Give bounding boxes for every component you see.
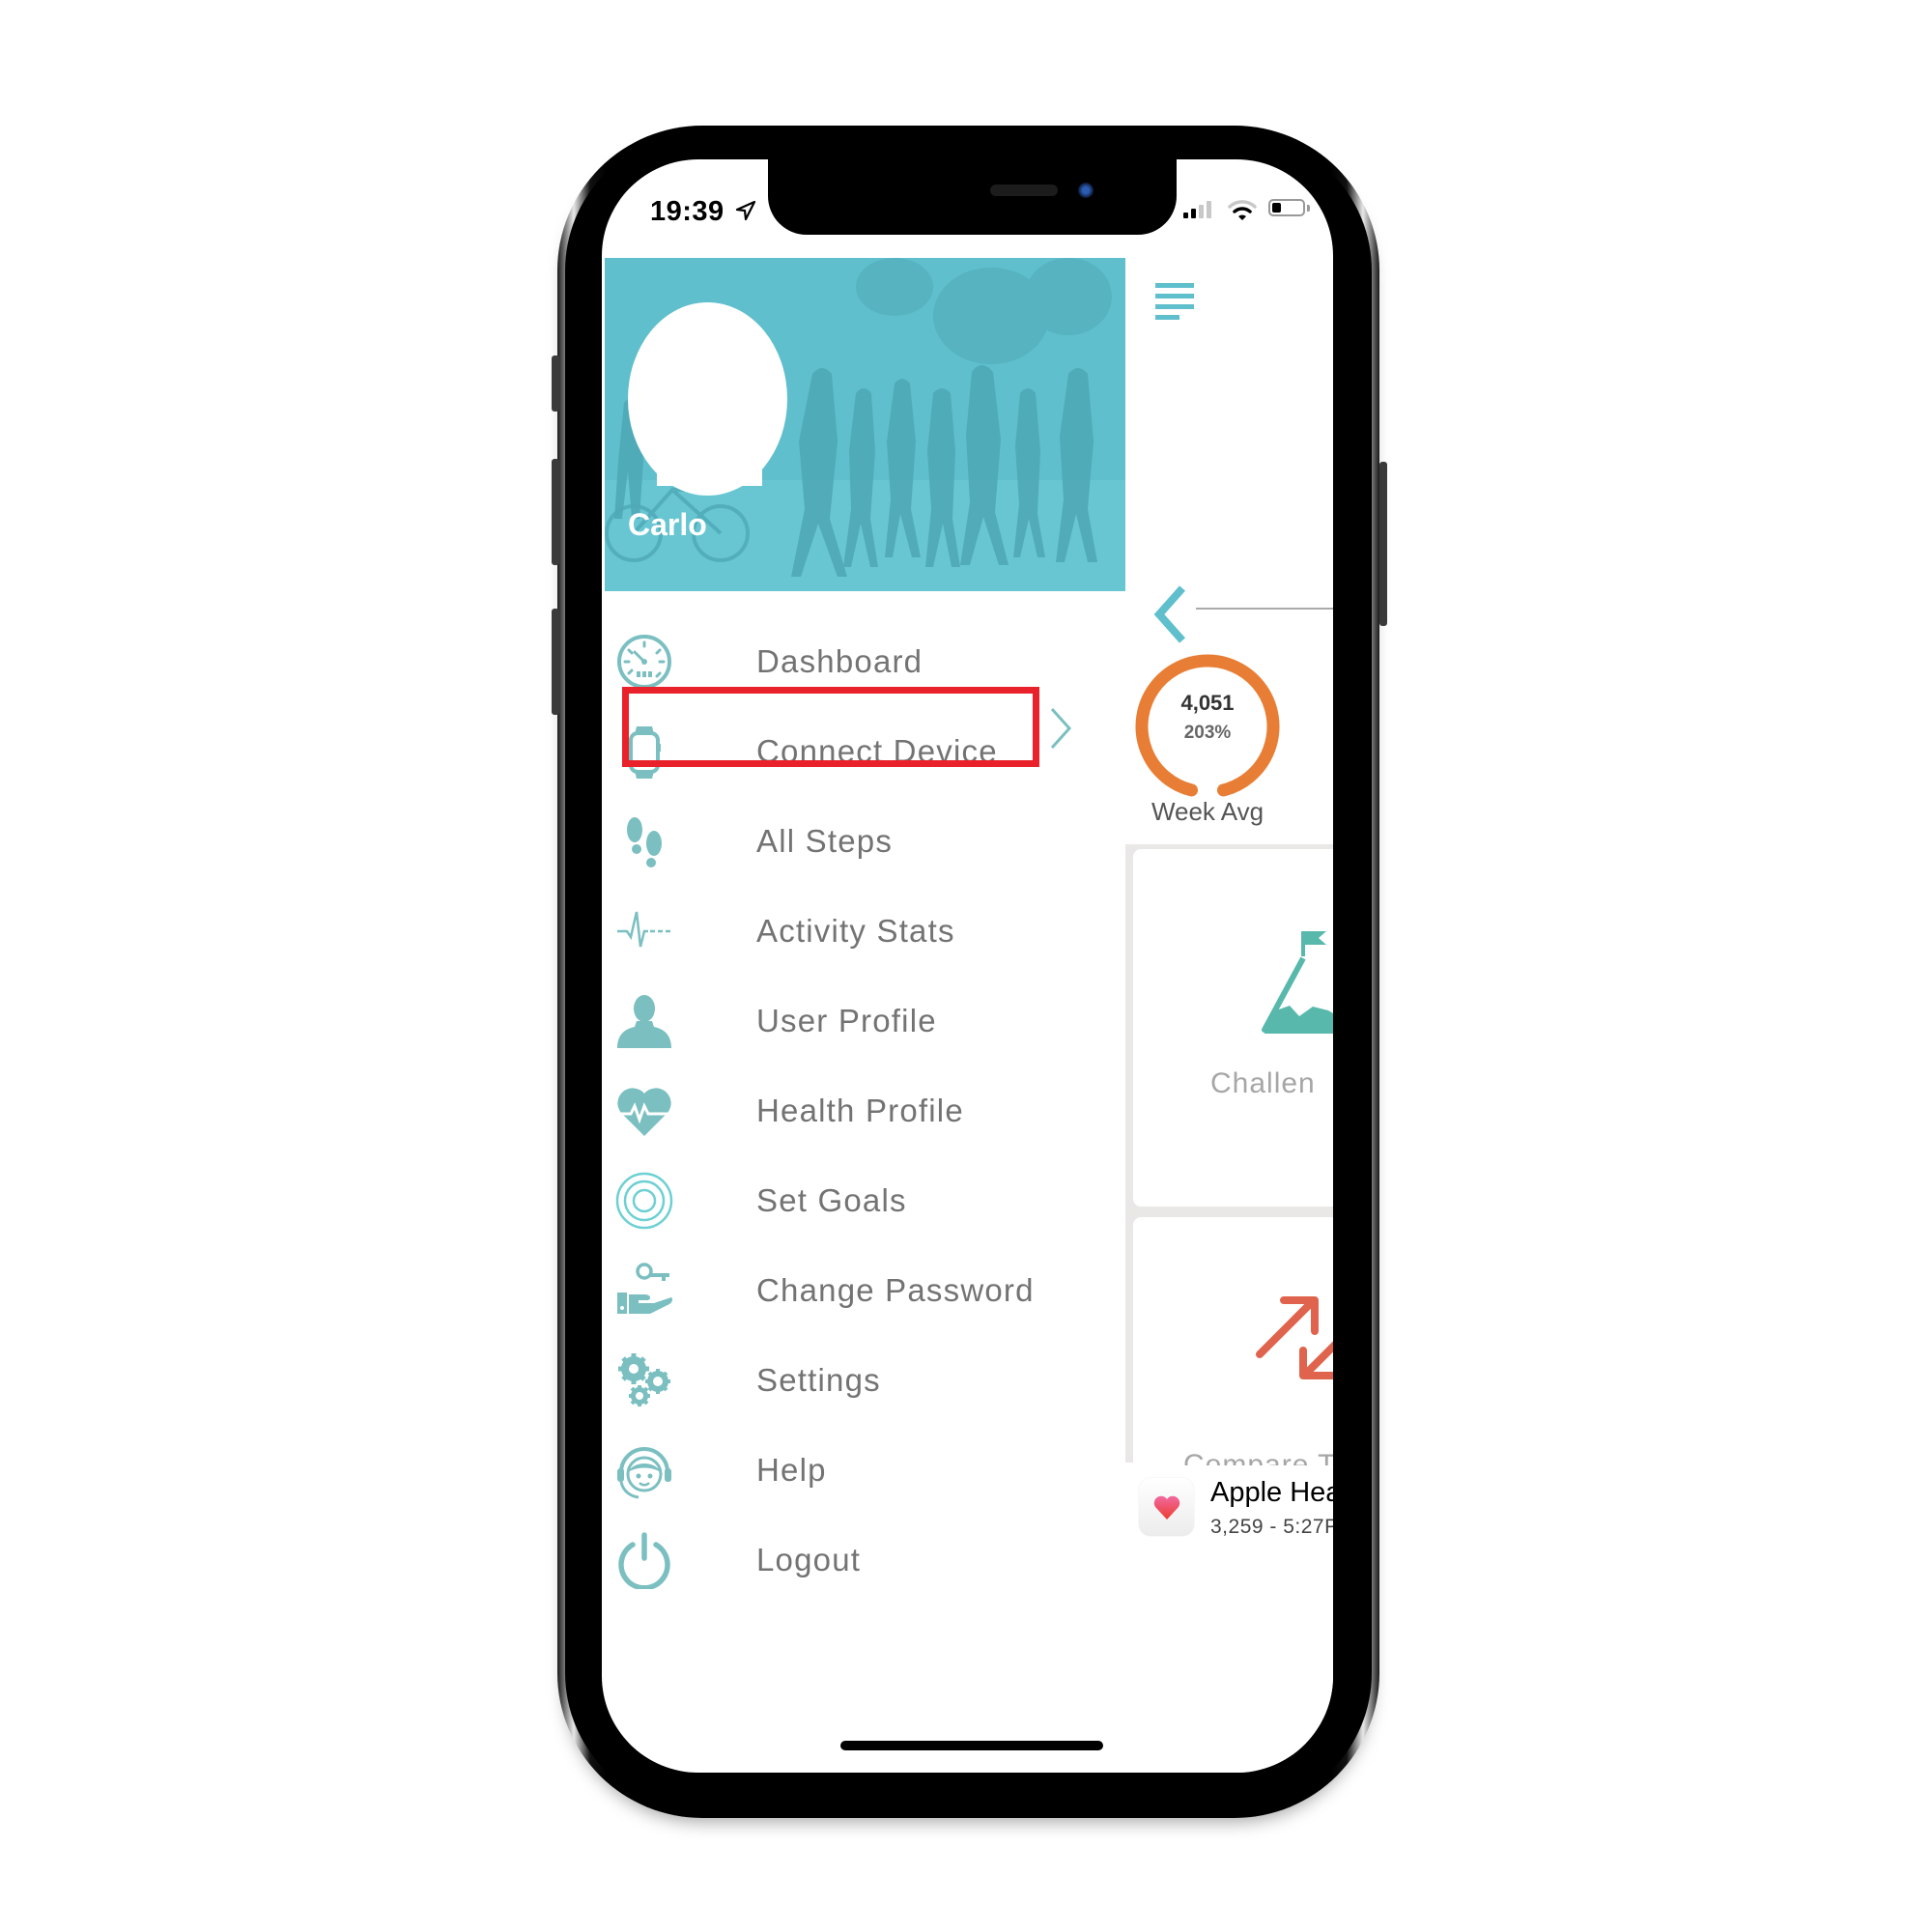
- menu-item-label: Logout: [756, 1542, 862, 1577]
- status-time: 19:39: [650, 196, 724, 227]
- apple-health-title: Apple Heal: [1210, 1477, 1333, 1508]
- menu-item-label: Health Profile: [756, 1093, 964, 1128]
- menu-item-set-goals[interactable]: Set Goals: [611, 1162, 1114, 1239]
- hamburger-line: [1155, 304, 1194, 309]
- menu-item-health-profile[interactable]: Health Profile: [611, 1072, 1114, 1150]
- screen: 19:39 Carlo 4,051 203% Week Avg Challen …: [602, 159, 1333, 1773]
- hamburger-menu-icon[interactable]: [1155, 283, 1194, 326]
- menu-item-all-steps[interactable]: All Steps: [611, 803, 1114, 880]
- challenges-label: Challen: [1210, 1067, 1316, 1099]
- speedometer-icon: [615, 633, 673, 691]
- week-avg-label: Week Avg: [1151, 797, 1264, 826]
- volume-down-button: [552, 609, 559, 715]
- power-icon: [615, 1531, 673, 1589]
- signal-bar: [1191, 209, 1196, 218]
- speaker-grille: [990, 185, 1058, 196]
- menu-item-label: All Steps: [756, 823, 894, 859]
- volume-up-button: [552, 459, 559, 565]
- battery-fill: [1272, 203, 1281, 213]
- signal-bar: [1183, 213, 1188, 218]
- menu-item-activity-stats[interactable]: Activity Stats: [611, 893, 1114, 970]
- dashboard-pane: 4,051 203% Week Avg Challen Compa: [1125, 258, 1333, 1773]
- date-divider-line: [1196, 608, 1333, 610]
- battery-tip: [1307, 205, 1310, 212]
- front-camera: [1078, 183, 1094, 198]
- menu-item-label: Settings: [756, 1362, 881, 1398]
- menu-item-change-password[interactable]: Change Password: [611, 1252, 1114, 1329]
- menu-item-label: Change Password: [756, 1272, 1035, 1308]
- location-arrow-icon: [735, 200, 756, 221]
- silent-switch: [552, 355, 559, 412]
- footprints-icon: [615, 812, 673, 870]
- target-icon: [615, 1172, 673, 1230]
- profile-header: Carlo: [605, 258, 1125, 591]
- wifi-icon: [1228, 200, 1257, 220]
- heart-pulse-icon: [615, 1082, 673, 1140]
- pulse-line-icon: [615, 902, 673, 960]
- menu-item-help[interactable]: Help: [611, 1432, 1114, 1509]
- battery-icon: [1268, 199, 1305, 216]
- menu-item-user-profile[interactable]: User Profile: [611, 982, 1114, 1060]
- chevron-right-icon[interactable]: [1046, 705, 1075, 752]
- hamburger-line: [1155, 315, 1179, 320]
- challenges-card[interactable]: Challen: [1133, 849, 1333, 1207]
- signal-bar: [1207, 201, 1211, 218]
- menu-item-label: Help: [756, 1452, 827, 1488]
- key-hand-icon: [615, 1262, 673, 1320]
- home-indicator[interactable]: [840, 1741, 1103, 1750]
- mountain-flag-icon: [1262, 931, 1333, 1034]
- menu-item-logout[interactable]: Logout: [611, 1521, 1114, 1599]
- connect-device-highlight-box: [622, 687, 1039, 767]
- menu-item-label: Dashboard: [756, 643, 923, 679]
- cellular-signal-icon: [1183, 201, 1211, 218]
- apple-health-row[interactable]: Apple Heal 3,259 - 5:27P: [1125, 1465, 1333, 1552]
- hamburger-line: [1155, 283, 1194, 288]
- user-name: Carlo: [628, 507, 707, 542]
- apple-health-subtitle: 3,259 - 5:27P: [1210, 1516, 1333, 1538]
- power-button: [1379, 462, 1387, 626]
- hamburger-line: [1155, 294, 1194, 298]
- chevron-left-icon[interactable]: [1151, 584, 1186, 644]
- menu-item-settings[interactable]: Settings: [611, 1342, 1114, 1419]
- compare-card[interactable]: Compare T: [1133, 1217, 1333, 1507]
- signal-bar: [1199, 205, 1204, 218]
- heart-icon: [1153, 1495, 1180, 1520]
- week-avg-steps: 4,051: [1180, 691, 1235, 715]
- menu-item-label: Set Goals: [756, 1182, 907, 1218]
- notch: [768, 159, 1177, 235]
- avatar-base: [657, 461, 762, 486]
- apple-health-app-icon: [1139, 1478, 1194, 1536]
- swap-arrows-icon: [1256, 1296, 1333, 1379]
- headset-support-icon: [615, 1441, 673, 1499]
- menu-item-label: User Profile: [756, 1003, 937, 1038]
- user-silhouette-icon: [615, 992, 673, 1050]
- gears-icon: [615, 1351, 673, 1409]
- menu-item-label: Activity Stats: [756, 913, 955, 949]
- week-avg-percent: 203%: [1183, 723, 1232, 743]
